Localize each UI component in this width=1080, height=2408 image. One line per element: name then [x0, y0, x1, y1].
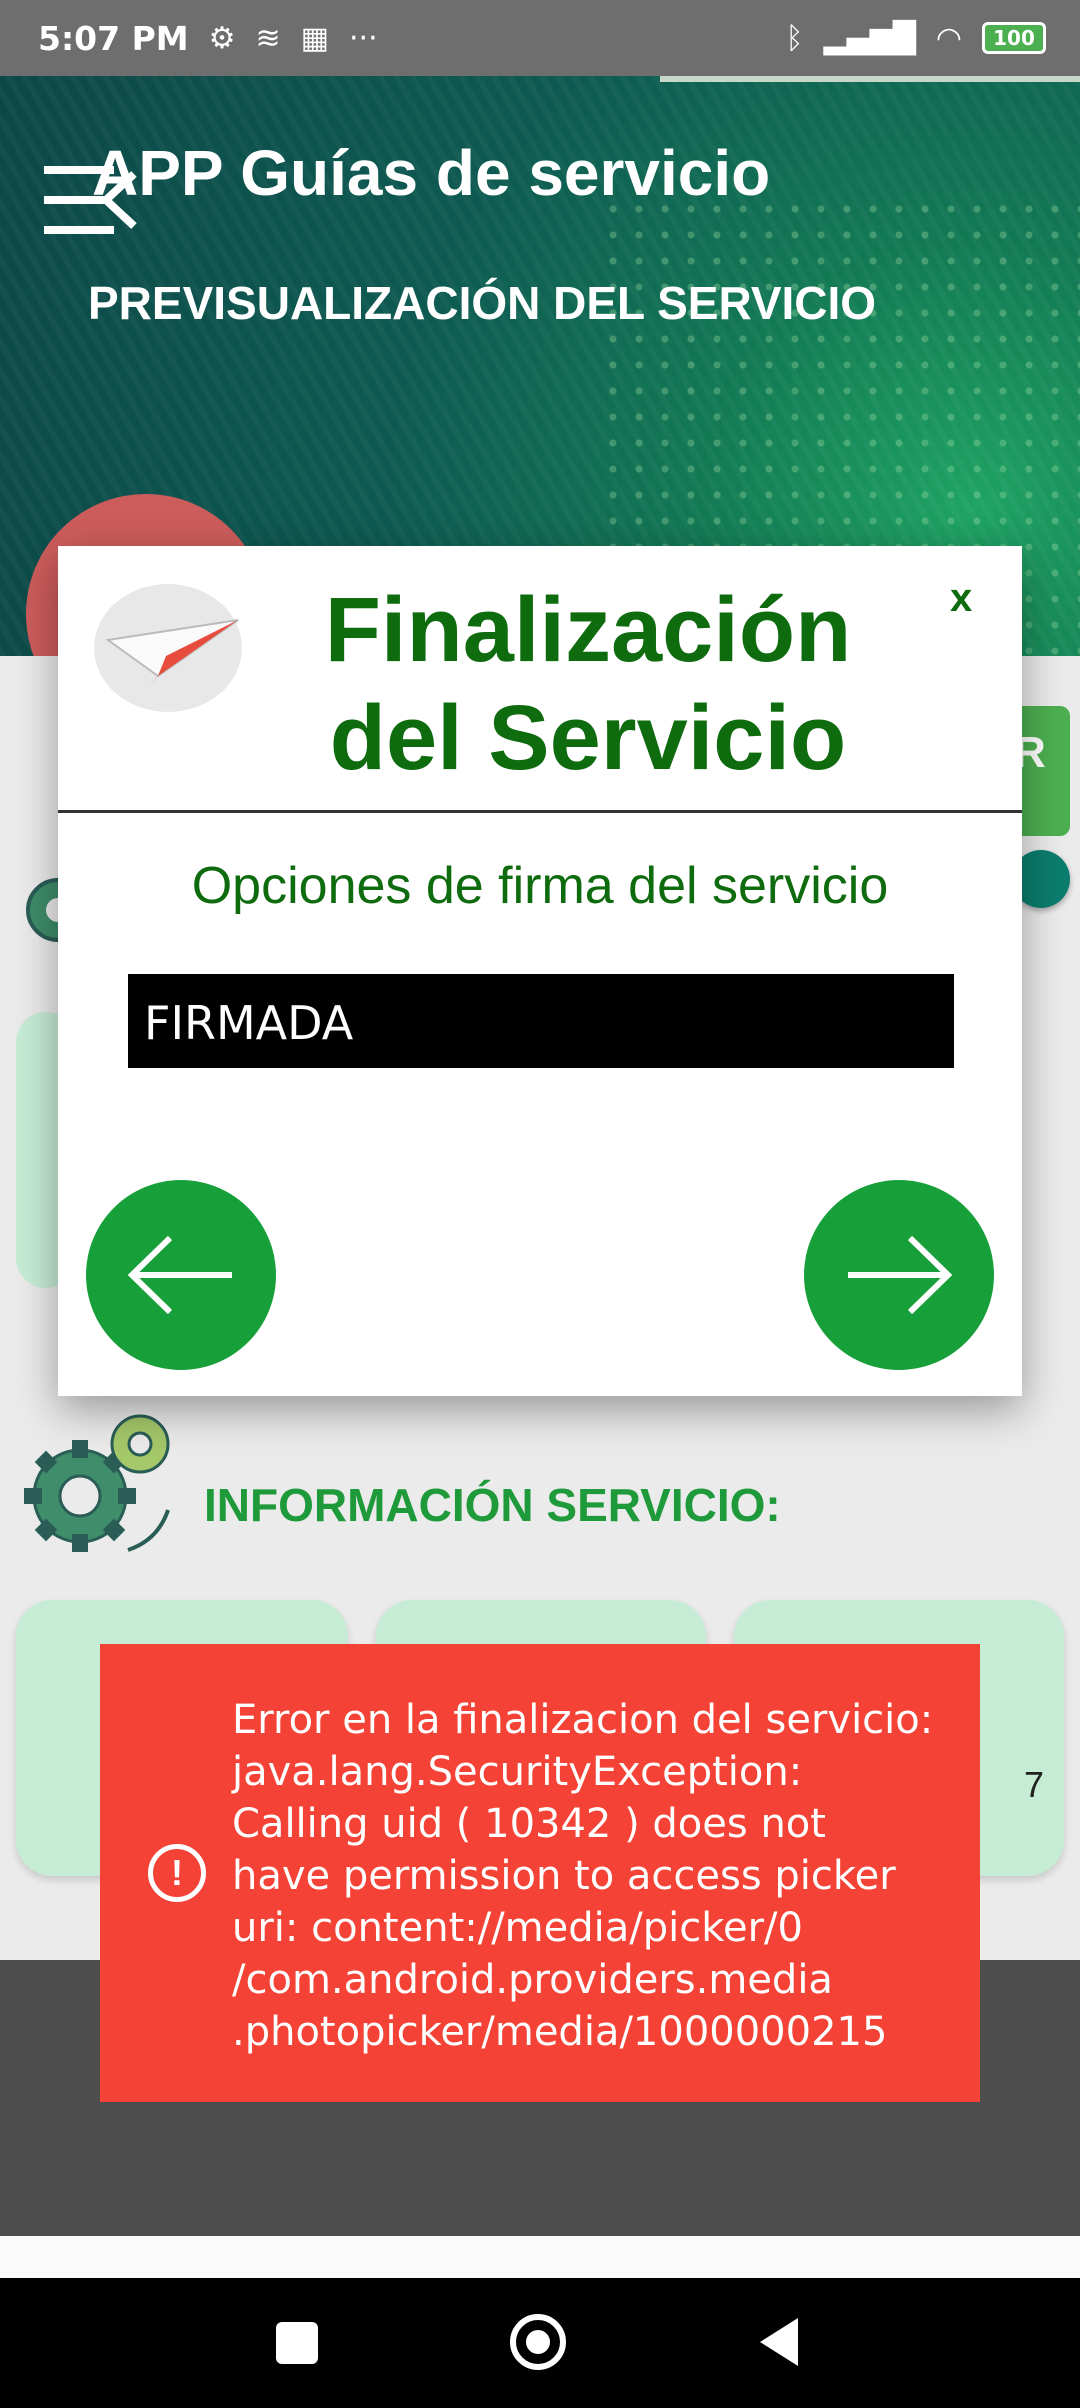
error-line: .photopicker/media/1000000215 — [232, 2009, 888, 2055]
signature-option-select[interactable]: FIRMADA — [128, 974, 954, 1068]
paper-plane-logo — [94, 584, 242, 712]
back-button[interactable] — [86, 1180, 276, 1370]
gears-icon — [24, 1414, 170, 1552]
error-line: Error en la finalizacion del servicio: — [232, 1697, 934, 1743]
layers-icon: ≋ — [255, 20, 281, 56]
battery-icon: 100 — [982, 22, 1046, 54]
error-toast: ! Error en la finalizacion del servicio:… — [100, 1644, 980, 2102]
close-button[interactable]: x — [950, 576, 972, 621]
dialog-title: Finalización del Servicio — [258, 576, 918, 792]
brand-logo-fragment — [660, 76, 1080, 82]
bluetooth-icon: ᛒ — [785, 20, 804, 56]
signal-icon: ▂▄▆█ — [823, 20, 916, 56]
error-line: uri: content://media/picker/0 — [232, 1905, 803, 1951]
home-button[interactable] — [510, 2314, 566, 2370]
card-value: 7 — [1023, 1764, 1044, 1805]
bottom-strip — [0, 2236, 1080, 2278]
next-button[interactable] — [804, 1180, 994, 1370]
arrow-left-icon — [127, 1235, 232, 1315]
alert-icon: ! — [148, 1844, 206, 1902]
dialog-divider — [58, 810, 1022, 813]
error-line: java.lang.SecurityException: — [232, 1749, 803, 1795]
error-message: Error en la finalizacion del servicio: j… — [232, 1694, 952, 2058]
dialog-title-line1: Finalización — [324, 579, 852, 681]
status-right: ᛒ ▂▄▆█ ◠ 100 — [786, 0, 1046, 76]
dialog-title-line2: del Servicio — [329, 687, 847, 789]
calendar-icon: ▦ — [300, 20, 330, 56]
arrow-right-icon — [848, 1235, 953, 1315]
error-line: Calling uid ( 10342 ) does not — [232, 1801, 826, 1847]
back-nav-button[interactable] — [760, 2318, 798, 2366]
settings-icon: ⚙ — [208, 20, 236, 56]
status-bar: 5:07 PM ⚙ ≋ ▦ ··· ᛒ ▂▄▆█ ◠ 100 — [0, 0, 1080, 76]
info-section-title: INFORMACIÓN SERVICIO: — [204, 1479, 781, 1531]
status-time: 5:07 PM — [38, 18, 189, 58]
signature-options-label: Opciones de firma del servicio — [191, 857, 889, 915]
wifi-icon: ◠ — [935, 20, 962, 56]
more-icon: ··· — [349, 20, 378, 56]
app-title: APP Guías de servicio — [92, 137, 771, 209]
finalize-service-dialog: Finalización del Servicio x Opciones de … — [58, 546, 1022, 1396]
page-subtitle: PREVISUALIZACIÓN DEL SERVICIO — [88, 277, 877, 329]
error-line: have permission to access picker — [232, 1853, 896, 1899]
recents-button[interactable] — [276, 2322, 318, 2364]
error-line: /com.android.providers.media — [232, 1957, 833, 2003]
